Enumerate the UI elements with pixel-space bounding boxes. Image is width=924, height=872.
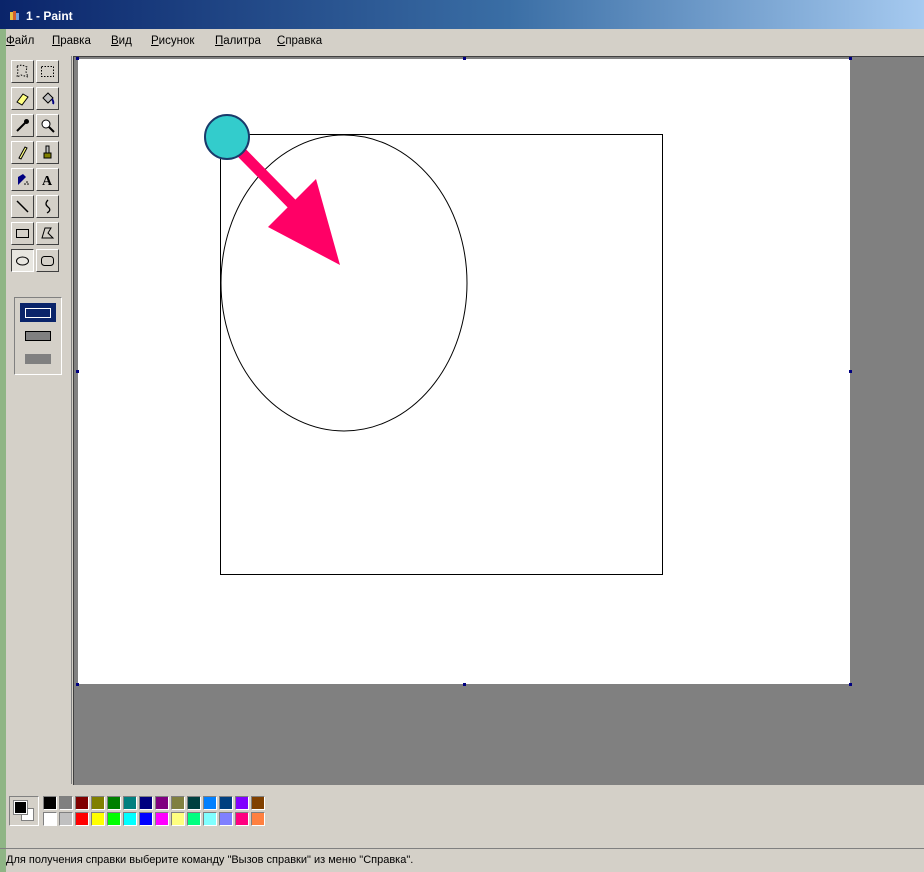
eyedropper-icon bbox=[16, 119, 29, 132]
ellipse-icon bbox=[16, 256, 29, 266]
palette-swatch[interactable] bbox=[91, 796, 105, 810]
drawn-ellipse bbox=[220, 134, 468, 432]
palette-swatch[interactable] bbox=[155, 812, 169, 826]
palette-swatch[interactable] bbox=[43, 812, 57, 826]
tool-free-select[interactable] bbox=[11, 60, 34, 83]
tool-line[interactable] bbox=[11, 195, 34, 218]
tool-ellipse[interactable] bbox=[11, 249, 34, 272]
resize-handle[interactable] bbox=[463, 683, 466, 686]
paint-app-icon bbox=[10, 11, 19, 20]
fill-bucket-icon bbox=[42, 92, 55, 105]
tool-airbrush[interactable] bbox=[11, 168, 34, 191]
eraser-icon bbox=[16, 93, 29, 106]
palette-swatch[interactable] bbox=[219, 796, 233, 810]
menu-help[interactable]: Справка bbox=[277, 33, 322, 49]
resize-handle[interactable] bbox=[463, 57, 466, 60]
window-title: 1 - Paint bbox=[26, 9, 73, 23]
curve-icon bbox=[45, 199, 51, 214]
resize-handle[interactable] bbox=[76, 683, 79, 686]
palette-swatch[interactable] bbox=[107, 796, 121, 810]
palette-swatch[interactable] bbox=[59, 812, 73, 826]
palette-swatch[interactable] bbox=[75, 812, 89, 826]
rectangle-icon bbox=[16, 229, 29, 238]
tool-pencil[interactable] bbox=[11, 141, 34, 164]
canvas-drawing bbox=[204, 114, 663, 575]
menu-edit[interactable]: Правка bbox=[52, 33, 91, 49]
palette-swatch[interactable] bbox=[171, 796, 185, 810]
rect-select-icon bbox=[41, 66, 54, 77]
annotation-arrow bbox=[230, 141, 340, 265]
fill-style-fill-only[interactable] bbox=[20, 349, 56, 368]
free-select-icon bbox=[16, 64, 29, 78]
line-icon bbox=[16, 200, 29, 213]
color-palette-bar bbox=[0, 786, 924, 846]
polygon-icon bbox=[41, 227, 55, 239]
fill-style-outline[interactable] bbox=[20, 303, 56, 322]
text-icon: A bbox=[42, 174, 53, 188]
tool-text[interactable]: A bbox=[36, 168, 59, 191]
palette-swatch[interactable] bbox=[171, 812, 185, 826]
palette-swatch[interactable] bbox=[139, 812, 153, 826]
svg-text:A: A bbox=[42, 174, 53, 188]
palette-swatch[interactable] bbox=[187, 812, 201, 826]
palette-swatch[interactable] bbox=[59, 796, 73, 810]
palette-swatch[interactable] bbox=[251, 796, 265, 810]
status-text: Для получения справки выберите команду "… bbox=[6, 854, 414, 866]
fill-style-options bbox=[14, 297, 62, 375]
start-point-marker bbox=[204, 114, 250, 160]
palette-swatch[interactable] bbox=[203, 812, 217, 826]
palette-swatch[interactable] bbox=[107, 812, 121, 826]
palette-swatch[interactable] bbox=[75, 796, 89, 810]
tool-fill[interactable] bbox=[36, 87, 59, 110]
resize-handle[interactable] bbox=[849, 370, 852, 373]
palette-swatch[interactable] bbox=[123, 796, 137, 810]
brush-icon bbox=[43, 145, 52, 159]
tool-curve[interactable] bbox=[36, 195, 59, 218]
palette-swatch[interactable] bbox=[123, 812, 137, 826]
canvas-workspace bbox=[73, 56, 924, 785]
palette-swatch[interactable] bbox=[187, 796, 201, 810]
current-colors[interactable] bbox=[9, 796, 39, 826]
tool-polygon[interactable] bbox=[36, 222, 59, 245]
menu-image[interactable]: Рисунок bbox=[151, 33, 194, 49]
resize-handle[interactable] bbox=[76, 370, 79, 373]
resize-handle[interactable] bbox=[76, 57, 79, 60]
tool-pick-color[interactable] bbox=[11, 114, 34, 137]
airbrush-icon bbox=[18, 174, 29, 185]
palette-swatch[interactable] bbox=[251, 812, 265, 826]
tool-eraser[interactable] bbox=[11, 87, 34, 110]
magnifier-icon bbox=[41, 119, 55, 133]
fill-style-outline-with-fill[interactable] bbox=[20, 326, 56, 345]
drawing-canvas[interactable] bbox=[78, 59, 850, 684]
rounded-rectangle-icon bbox=[41, 256, 54, 266]
palette-swatch[interactable] bbox=[219, 812, 233, 826]
palette-swatch[interactable] bbox=[203, 796, 217, 810]
palette-swatch[interactable] bbox=[43, 796, 57, 810]
palette-swatch[interactable] bbox=[155, 796, 169, 810]
title-bar[interactable]: 1 - Paint bbox=[0, 0, 924, 29]
tool-rect-select[interactable] bbox=[36, 60, 59, 83]
palette-swatch[interactable] bbox=[235, 812, 249, 826]
resize-handle[interactable] bbox=[849, 57, 852, 60]
tool-rectangle[interactable] bbox=[11, 222, 34, 245]
palette-swatch[interactable] bbox=[91, 812, 105, 826]
palette-swatch[interactable] bbox=[139, 796, 153, 810]
resize-handle[interactable] bbox=[849, 683, 852, 686]
tool-magnifier[interactable] bbox=[36, 114, 59, 137]
menu-view[interactable]: Вид bbox=[111, 33, 132, 49]
palette-swatch[interactable] bbox=[235, 796, 249, 810]
menu-file[interactable]: Файл bbox=[6, 33, 34, 49]
menu-palette[interactable]: Палитра bbox=[215, 33, 261, 49]
tool-brush[interactable] bbox=[36, 141, 59, 164]
foreground-color[interactable] bbox=[13, 800, 28, 815]
status-bar: Для получения справки выберите команду "… bbox=[0, 848, 924, 871]
toolbox: A bbox=[6, 56, 72, 784]
pencil-icon bbox=[18, 146, 28, 160]
tool-rounded-rectangle[interactable] bbox=[36, 249, 59, 272]
